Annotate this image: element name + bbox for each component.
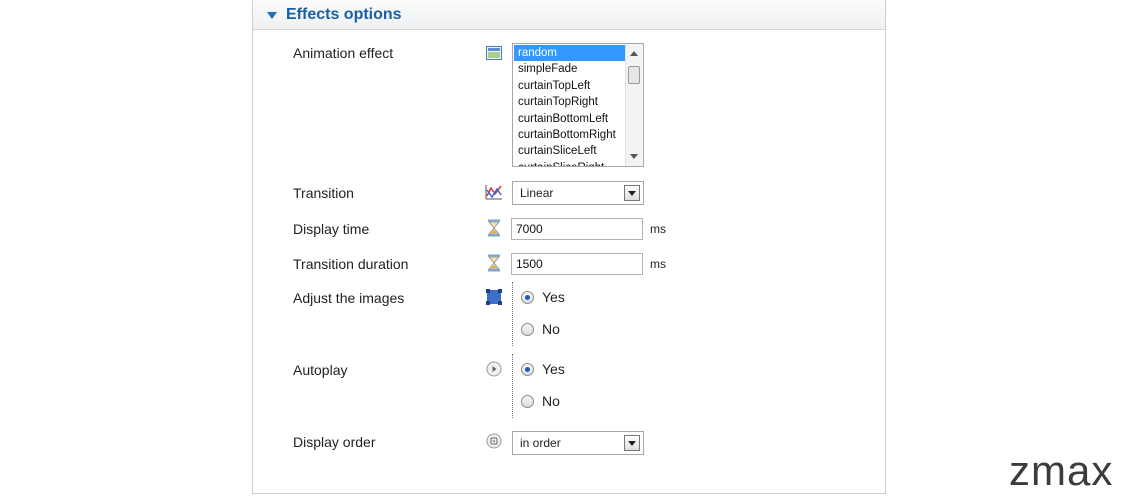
chevron-down-icon[interactable] (624, 185, 640, 201)
play-icon (485, 360, 503, 378)
scroll-thumb[interactable] (628, 66, 640, 84)
radio-unchecked[interactable] (521, 394, 534, 408)
animation-effect-option[interactable]: curtainBottomRight (514, 127, 625, 143)
chevron-down-icon[interactable] (624, 435, 640, 451)
radio-unchecked[interactable] (521, 322, 534, 336)
autoplay-yes-label: Yes (542, 361, 565, 377)
autoplay-no-option[interactable]: No (521, 393, 560, 409)
autoplay-radio-group: Yes No (512, 354, 573, 418)
panel-title: Effects options (286, 5, 402, 23)
display-order-label: Display order (293, 434, 376, 450)
transition-duration-unit: ms (650, 257, 666, 271)
transition-label: Transition (293, 185, 354, 201)
hourglass-icon (485, 254, 503, 272)
transition-select-value: Linear (520, 186, 554, 200)
display-time-input[interactable] (511, 218, 643, 240)
autoplay-yes-option[interactable]: Yes (521, 361, 565, 377)
order-icon (485, 432, 503, 450)
chart-icon (485, 183, 503, 201)
transition-select[interactable]: Linear (512, 181, 644, 205)
transition-duration-input[interactable] (511, 253, 643, 275)
animation-effect-option[interactable]: curtainBottomLeft (514, 111, 625, 127)
animation-effect-option[interactable]: curtainSliceLeft (514, 143, 625, 159)
animation-effect-option[interactable]: simpleFade (514, 61, 625, 77)
animation-effect-label: Animation effect (293, 45, 394, 61)
radio-checked[interactable] (521, 290, 534, 304)
brand-logo: zmax (1009, 447, 1114, 494)
transition-duration-label: Transition duration (293, 256, 409, 272)
panel-header[interactable]: Effects options (253, 0, 885, 30)
display-order-select[interactable]: in order (512, 431, 644, 455)
adjust-images-label: Adjust the images (293, 290, 405, 306)
animation-effect-option[interactable]: random (514, 45, 625, 62)
adjust-images-radio-group: Yes No (512, 282, 573, 346)
scroll-up-icon[interactable] (630, 51, 638, 56)
radio-checked[interactable] (521, 362, 534, 376)
image-icon (485, 44, 503, 62)
adjust-images-yes-label: Yes (542, 289, 565, 305)
display-time-label: Display time (293, 221, 370, 237)
scroll-down-icon[interactable] (630, 154, 638, 159)
display-order-select-value: in order (520, 436, 561, 450)
display-time-unit: ms (650, 222, 666, 236)
autoplay-label: Autoplay (293, 362, 348, 378)
animation-effect-option[interactable]: curtainTopRight (514, 94, 625, 110)
animation-effect-listbox[interactable]: random simpleFade curtainTopLeft curtainTop… (512, 43, 644, 167)
animation-effect-option[interactable]: curtainTopLeft (514, 78, 625, 94)
animation-effect-option[interactable]: curtainSliceRight (514, 160, 625, 166)
listbox-scrollbar[interactable] (625, 44, 643, 166)
hourglass-icon (485, 219, 503, 237)
autoplay-no-label: No (542, 393, 560, 409)
adjust-images-no-option[interactable]: No (521, 321, 560, 337)
resize-icon (485, 288, 503, 306)
adjust-images-yes-option[interactable]: Yes (521, 289, 565, 305)
caret-down-icon[interactable] (267, 12, 277, 19)
adjust-images-no-label: No (542, 321, 560, 337)
